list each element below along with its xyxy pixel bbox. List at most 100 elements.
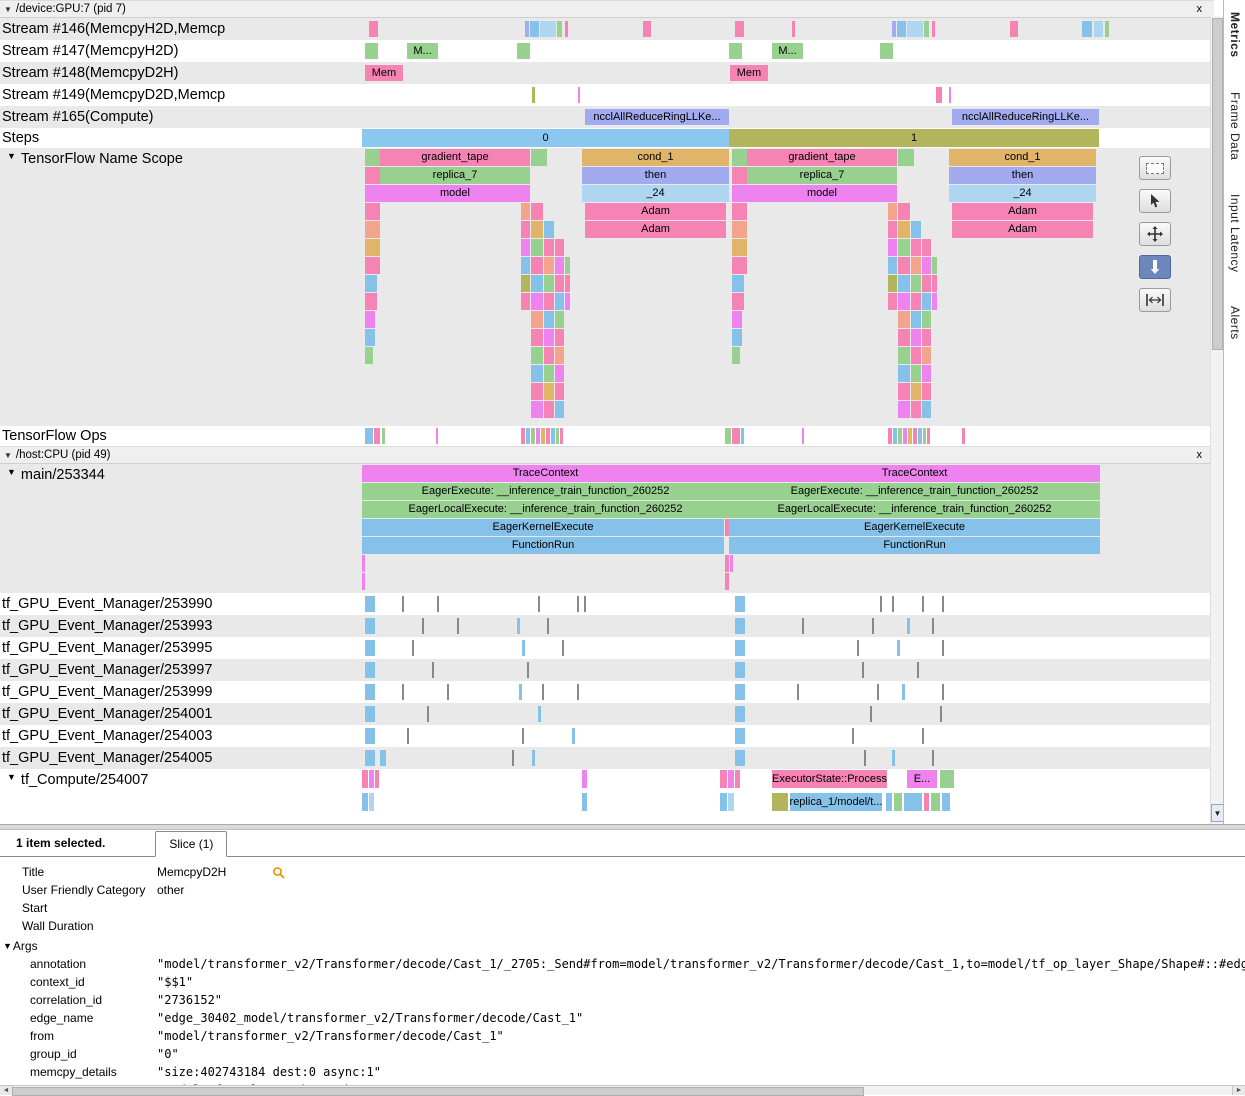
slice[interactable]	[932, 293, 937, 310]
slice-functionrun[interactable]: FunctionRun	[362, 537, 724, 554]
slice[interactable]	[898, 383, 910, 400]
slice[interactable]	[877, 684, 879, 700]
slice[interactable]	[911, 347, 921, 364]
slice[interactable]	[898, 293, 910, 310]
track-lane-tf-gpu-event-manager-254005[interactable]	[250, 747, 1210, 769]
slice[interactable]	[903, 428, 907, 444]
slice[interactable]	[927, 428, 930, 444]
side-tab-frame-data[interactable]: Frame Data	[1228, 92, 1242, 160]
slice[interactable]	[531, 257, 543, 274]
slice[interactable]	[898, 257, 910, 274]
slice[interactable]	[942, 640, 944, 656]
slice-tracecontext[interactable]: TraceContext	[362, 465, 729, 482]
slice[interactable]	[365, 257, 380, 274]
slice[interactable]	[725, 428, 731, 444]
slice[interactable]	[530, 21, 539, 37]
slice-model[interactable]: model	[380, 185, 530, 202]
slice-eagerlocalexecute-inference-train-function-260252[interactable]: EagerLocalExecute: __inference_train_fun…	[362, 501, 729, 518]
track-name-tf-gpu-event-manager-253995[interactable]: tf_GPU_Event_Manager/253995	[0, 637, 250, 659]
slice[interactable]	[886, 793, 892, 811]
slice-eagerexecute-inference-train-function-260252[interactable]: EagerExecute: __inference_train_function…	[729, 483, 1100, 500]
track-lane-stream-147[interactable]: M...M...	[250, 40, 1210, 62]
cpu-close-button[interactable]: x	[1197, 447, 1203, 463]
slice[interactable]	[538, 706, 541, 722]
slice[interactable]	[526, 428, 530, 444]
slice[interactable]	[888, 293, 897, 310]
slice[interactable]	[902, 684, 905, 700]
slice-m[interactable]: M...	[772, 43, 803, 59]
slice[interactable]	[802, 428, 804, 444]
slice[interactable]	[904, 793, 922, 811]
slice[interactable]	[555, 257, 564, 274]
slice[interactable]	[365, 662, 375, 678]
track-name-tf-gpu-event-manager-253999[interactable]: tf_GPU_Event_Manager/253999	[0, 681, 250, 703]
zoom-tool-button[interactable]	[1139, 255, 1171, 279]
slice[interactable]	[735, 750, 745, 766]
slice-tracecontext[interactable]: TraceContext	[729, 465, 1100, 482]
slice[interactable]	[888, 257, 897, 274]
slice[interactable]	[362, 793, 368, 811]
slice-executorstate-process[interactable]: ExecutorState::Process	[772, 770, 887, 788]
slice[interactable]	[365, 185, 380, 202]
slice[interactable]	[893, 428, 897, 444]
slice[interactable]	[898, 221, 910, 238]
slice[interactable]	[555, 347, 564, 364]
slice-mem[interactable]: Mem	[730, 65, 768, 81]
slice[interactable]	[365, 618, 375, 634]
expander-icon[interactable]: ▼	[7, 772, 16, 782]
slice[interactable]	[365, 347, 373, 364]
slice[interactable]	[732, 311, 742, 328]
slice-cond-1[interactable]: cond_1	[949, 149, 1096, 166]
slice[interactable]	[911, 221, 921, 238]
slice[interactable]	[730, 555, 733, 572]
slice-eagerkernelexecute[interactable]: EagerKernelExecute	[362, 519, 724, 536]
slice[interactable]	[517, 618, 520, 634]
slice[interactable]	[582, 770, 587, 788]
slice[interactable]	[911, 401, 921, 418]
side-tab-input-latency[interactable]: Input Latency	[1228, 194, 1242, 273]
slice[interactable]	[898, 239, 910, 256]
slice[interactable]	[544, 293, 554, 310]
slice[interactable]	[932, 21, 935, 37]
vertical-scrollbar[interactable]: ▼	[1210, 16, 1223, 824]
slice[interactable]	[365, 239, 380, 256]
slice[interactable]	[924, 793, 929, 811]
slice[interactable]	[531, 293, 543, 310]
slice[interactable]	[898, 401, 910, 418]
slice[interactable]	[555, 365, 564, 382]
slice[interactable]	[922, 728, 924, 744]
slice[interactable]	[922, 401, 931, 418]
slice[interactable]	[735, 596, 745, 612]
slice-24[interactable]: _24	[949, 185, 1096, 202]
track-name-tf-gpu-event-manager-254001[interactable]: tf_GPU_Event_Manager/254001	[0, 703, 250, 725]
slice[interactable]	[892, 21, 896, 37]
slice[interactable]	[735, 618, 745, 634]
slice[interactable]	[551, 428, 555, 444]
track-lane-tf-gpu-event-manager-253995[interactable]	[250, 637, 1210, 659]
slice[interactable]	[892, 596, 894, 612]
slice[interactable]	[940, 706, 942, 722]
slice[interactable]	[577, 684, 579, 700]
track-name-tf-gpu-event-manager-254005[interactable]: tf_GPU_Event_Manager/254005	[0, 747, 250, 769]
slice[interactable]	[369, 793, 374, 811]
slice[interactable]	[544, 275, 554, 292]
track-lane-tensorflow-name-scope[interactable]: gradient_tapereplica_7modelcond_1then_24…	[250, 148, 1210, 426]
slice-functionrun[interactable]: FunctionRun	[729, 537, 1100, 554]
slice[interactable]	[732, 149, 747, 166]
expander-icon[interactable]: ▼	[7, 151, 16, 161]
track-lane-stream-165[interactable]: ncclAllReduceRingLLKe...ncclAllReduceRin…	[250, 106, 1210, 128]
slice[interactable]	[555, 329, 564, 346]
track-lane-tensorflow-ops[interactable]	[250, 426, 1210, 446]
slice[interactable]	[888, 428, 892, 444]
slice[interactable]	[362, 573, 365, 590]
slice[interactable]	[369, 21, 378, 37]
slice[interactable]	[922, 275, 931, 292]
slice[interactable]	[735, 640, 745, 656]
slice[interactable]	[1010, 21, 1018, 37]
slice[interactable]	[521, 257, 530, 274]
slice-0[interactable]: 0	[362, 129, 729, 147]
slice[interactable]	[544, 347, 554, 364]
track-name-tensorflow-ops[interactable]: TensorFlow Ops	[0, 426, 250, 446]
slice[interactable]	[521, 293, 530, 310]
slice-gradient-tape[interactable]: gradient_tape	[380, 149, 530, 166]
